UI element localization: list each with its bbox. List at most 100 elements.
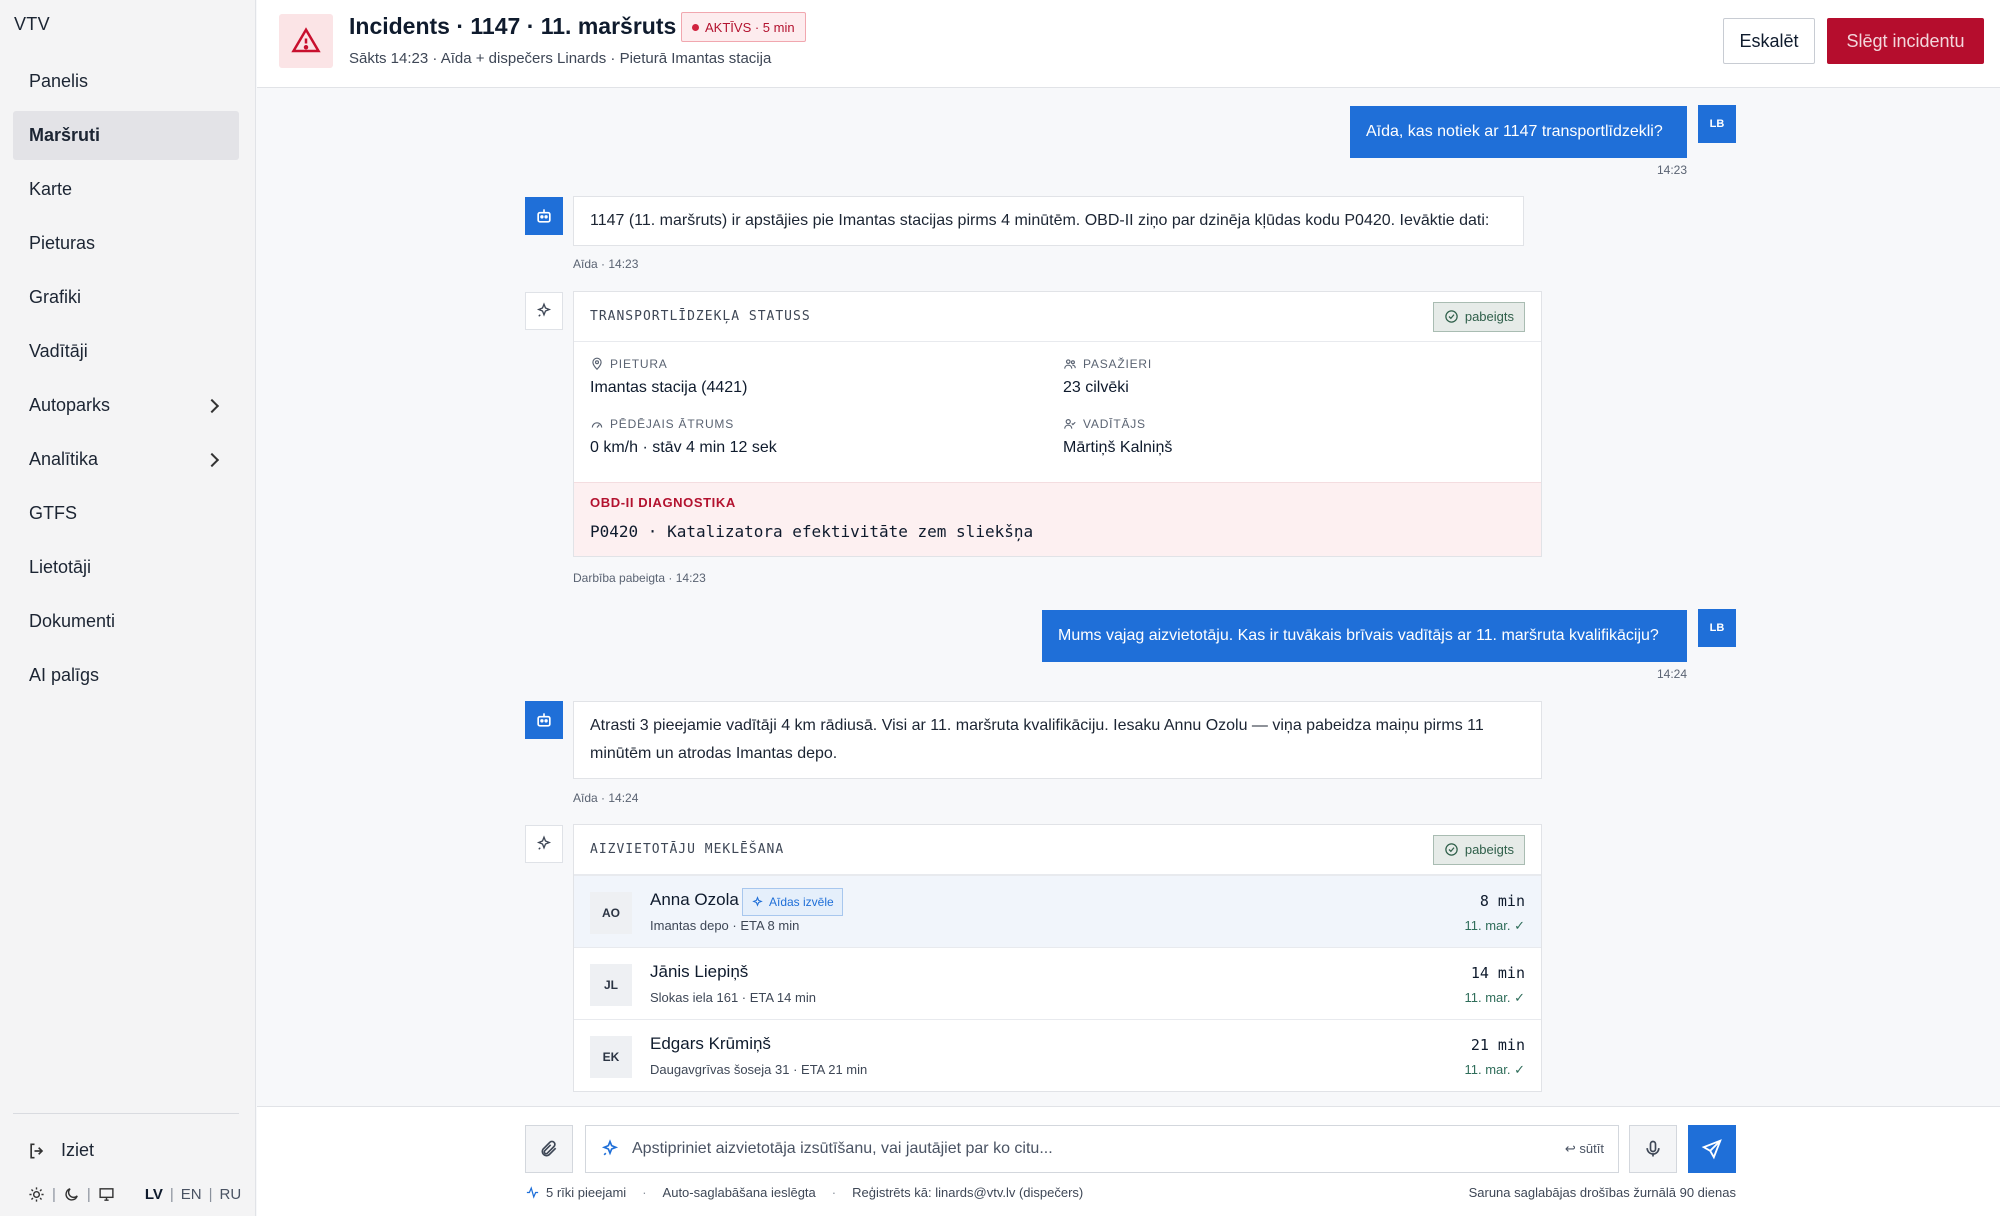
escalate-button[interactable]: Eskalēt <box>1723 18 1815 64</box>
completed-badge-label: pabeigts <box>1464 842 1514 857</box>
chat-thread[interactable]: Aīda, kas notiek ar 1147 transportlīdzek… <box>257 89 2000 1105</box>
sidebar-item-label: Autoparks <box>29 395 111 415</box>
action-meta: Darbība pabeigta · 14:23 <box>573 571 706 585</box>
sidebar-divider <box>13 1113 239 1114</box>
microphone-button[interactable] <box>1629 1125 1677 1173</box>
autosave-status: Auto-saglabāšana ieslēgta <box>662 1185 816 1200</box>
sparkle-icon <box>601 1139 619 1156</box>
card-header: AIZVIETOTĀJU MEKLĒŠANA pabeigts <box>574 825 1541 875</box>
sidebar-item-grafiki[interactable]: Grafiki <box>13 273 239 322</box>
monitor-icon[interactable] <box>98 1186 115 1203</box>
sidebar-nav: Panelis Maršruti Karte Pieturas Grafiki … <box>13 57 239 705</box>
sidebar-item-analitika[interactable]: Analītika <box>13 435 239 484</box>
separator: | <box>86 1186 91 1203</box>
microphone-icon <box>1646 1140 1660 1157</box>
robot-icon <box>537 209 551 223</box>
sidebar-item-autoparks[interactable]: Autoparks <box>13 381 239 430</box>
close-incident-button[interactable]: Slēgt incidentu <box>1827 18 1984 64</box>
avatar: AO <box>590 892 632 934</box>
chevron-right-icon <box>204 452 220 467</box>
speed-field: PĒDĒJAIS ĀTRUMS 0 km/h · stāv 4 min 12 s… <box>590 417 777 457</box>
sidebar-item-karte[interactable]: Karte <box>13 165 239 214</box>
alert-badge <box>279 14 333 68</box>
sidebar-item-pieturas[interactable]: Pieturas <box>13 219 239 268</box>
send-icon <box>1701 1139 1722 1160</box>
robot-icon <box>537 713 551 727</box>
completed-badge: pabeigts <box>1432 301 1525 332</box>
message-input[interactable] <box>632 1140 1553 1158</box>
qualification-value: 11. mar. ✓ <box>1464 918 1525 933</box>
stop-value: Imantas stacija (4421) <box>590 379 748 396</box>
send-button[interactable] <box>1688 1125 1736 1173</box>
sparkle-icon <box>752 895 763 907</box>
assistant-avatar <box>525 197 563 235</box>
sidebar-item-dokumenti[interactable]: Dokumenti <box>13 597 239 646</box>
check-circle-icon <box>1445 310 1458 323</box>
logout-button[interactable]: Iziet <box>27 1140 94 1161</box>
passengers-value: 23 cilvēki <box>1063 379 1129 396</box>
speed-label: PĒDĒJAIS ĀTRUMS <box>610 417 735 431</box>
sidebar-item-label: Analītika <box>29 449 99 469</box>
list-item[interactable]: EK Edgars Krūmiņš Daugavgrīvas šoseja 31… <box>574 1019 1541 1091</box>
separator: | <box>169 1186 174 1203</box>
sidebar-item-ai-paligs[interactable]: AI palīgs <box>13 651 239 700</box>
list-item[interactable]: JL Jānis Liepiņš Slokas iela 161 · ETA 1… <box>574 947 1541 1019</box>
qualification-value: 11. mar. ✓ <box>1464 1062 1525 1077</box>
language-lv[interactable]: LV <box>145 1186 163 1203</box>
user-message-text: Mums vajag aizvietotāju. Kas ir tuvākais… <box>1058 627 1659 644</box>
obd-label: OBD-II DIAGNOSTIKA <box>590 495 736 510</box>
driver-location: Imantas depo · ETA 8 min <box>650 918 800 933</box>
avatar: JL <box>590 964 632 1006</box>
language-en[interactable]: EN <box>181 1186 202 1203</box>
sidebar-item-label: Vadītāji <box>29 341 88 361</box>
obd-diagnostics: OBD-II DIAGNOSTIKA P0420 · Katalizatora … <box>574 482 1541 556</box>
driver-value: Mārtiņš Kalniņš <box>1063 439 1173 456</box>
retention-note: Saruna saglabājas drošības žurnālā 90 di… <box>1468 1185 1736 1200</box>
user-check-icon <box>1064 419 1076 429</box>
qualification-value: 11. mar. ✓ <box>1464 990 1525 1005</box>
separator: · <box>831 1185 837 1200</box>
card-header: TRANSPORTLĪDZEKĻA STATUSS pabeigts <box>574 292 1541 342</box>
attach-button[interactable] <box>525 1125 573 1173</box>
warning-icon <box>291 27 321 53</box>
language-ru[interactable]: RU <box>220 1186 242 1203</box>
registered-as: Reģistrēts kā: linards@vtv.lv (dispečers… <box>852 1185 1084 1200</box>
sidebar-item-label: Panelis <box>29 71 89 91</box>
send-hint: ↩ sūtīt <box>1564 1141 1604 1156</box>
sidebar-item-lietotaji[interactable]: Lietotāji <box>13 543 239 592</box>
paperclip-icon <box>541 1140 557 1157</box>
tool-call-indicator <box>525 825 563 863</box>
logout-label: Iziet <box>61 1140 95 1160</box>
list-item[interactable]: AO Anna Ozola Aīdas izvēle Imantas depo … <box>574 875 1541 947</box>
user-message-text: Aīda, kas notiek ar 1147 transportlīdzek… <box>1366 123 1663 140</box>
tools-available: 5 rīki pieejami <box>525 1185 626 1200</box>
message-time: 14:23 <box>1657 163 1688 177</box>
moon-icon[interactable] <box>63 1186 80 1203</box>
incident-header: Incidents · 1147 · 11. maršruts AKTĪVS ·… <box>257 0 2000 88</box>
sidebar-item-label: GTFS <box>29 503 77 523</box>
separator: | <box>208 1186 213 1203</box>
logout-icon <box>30 1143 44 1158</box>
stop-label: PIETURA <box>610 357 668 371</box>
tool-call-indicator <box>525 292 563 330</box>
activity-icon <box>526 1186 539 1199</box>
message-input-wrapper: ↩ sūtīt <box>585 1125 1619 1173</box>
eta-value: 8 min <box>1479 892 1525 910</box>
sidebar-item-vaditaji[interactable]: Vadītāji <box>13 327 239 376</box>
status-fields: PIETURA Imantas stacija (4421) PASAŽIERI… <box>574 342 1541 482</box>
sidebar-item-label: Karte <box>29 179 73 199</box>
sidebar-item-panelis[interactable]: Panelis <box>13 57 239 106</box>
message-time: 14:24 <box>1657 667 1688 681</box>
sidebar-item-gtfs[interactable]: GTFS <box>13 489 239 538</box>
sidebar-item-marsruti[interactable]: Maršruti <box>13 111 239 160</box>
assistant-message-text: Atrasti 3 pieejamie vadītāji 4 km rādius… <box>590 717 1484 762</box>
ai-choice-label: Aīdas izvēle <box>769 895 834 909</box>
eta-value: 14 min <box>1470 964 1525 982</box>
driver-name: Jānis Liepiņš <box>650 962 749 981</box>
incident-subtitle: Sākts 14:23 · Aīda + dispečers Linards ·… <box>349 50 772 67</box>
card-title: TRANSPORTLĪDZEKĻA STATUSS <box>590 309 811 324</box>
driver-location: Slokas iela 161 · ETA 14 min <box>650 990 816 1005</box>
sidebar-item-label: Maršruti <box>29 125 101 145</box>
sun-icon[interactable] <box>28 1186 45 1203</box>
sidebar-item-label: Dokumenti <box>29 611 116 631</box>
